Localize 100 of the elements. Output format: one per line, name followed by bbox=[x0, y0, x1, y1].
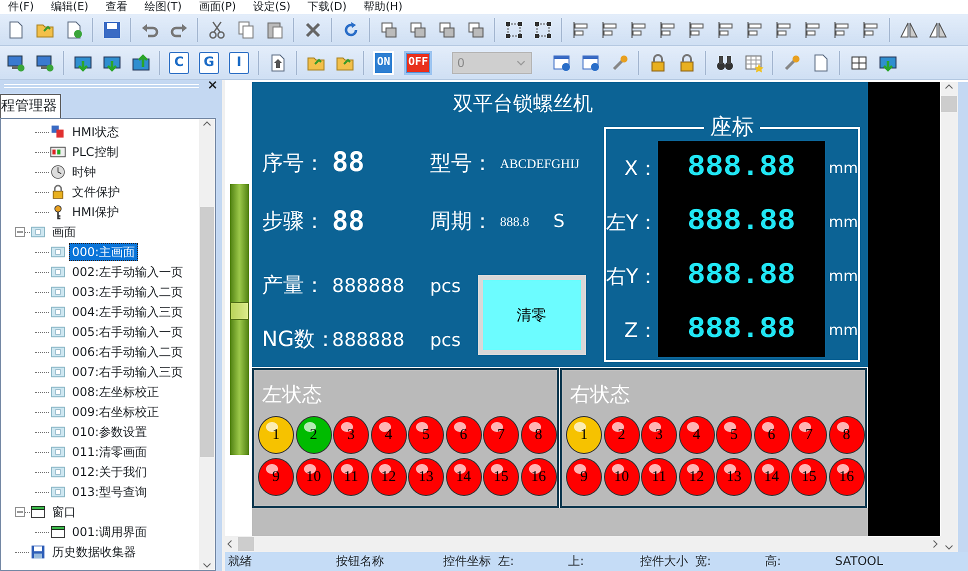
menu-item[interactable]: 件(F) bbox=[0, 0, 43, 14]
tree-item[interactable]: 009:右坐标校正 bbox=[69, 403, 162, 421]
letter-button[interactable]: G bbox=[199, 52, 219, 74]
align-icon[interactable] bbox=[628, 20, 648, 40]
tree-item[interactable]: 003:左手动输入二页 bbox=[69, 283, 186, 301]
menu-item[interactable]: 画面(P) bbox=[190, 0, 245, 14]
tree-item[interactable]: 时钟 bbox=[69, 163, 99, 181]
unit-label: pcs bbox=[430, 274, 461, 298]
align-icon[interactable] bbox=[658, 20, 678, 40]
tree-item[interactable]: 010:参数设置 bbox=[69, 423, 150, 441]
scrollbar[interactable] bbox=[940, 82, 958, 552]
tree-item[interactable]: 000:主画面 bbox=[69, 243, 138, 261]
letter-button[interactable]: C bbox=[169, 52, 189, 74]
tree-item[interactable]: 008:左坐标校正 bbox=[69, 383, 162, 401]
screen-arrow-icon[interactable] bbox=[580, 52, 601, 72]
screen-icon bbox=[50, 324, 66, 340]
screen-icon bbox=[50, 424, 66, 440]
menu-item[interactable]: 设定(S) bbox=[245, 0, 300, 14]
tree-item[interactable]: 004:左手动输入三页 bbox=[69, 303, 186, 321]
tree-item[interactable]: 013:型号查询 bbox=[69, 483, 150, 501]
coordinate-value: 888.88 bbox=[686, 150, 796, 187]
panel-title: 左状态 bbox=[261, 381, 323, 408]
layers-icon[interactable] bbox=[466, 20, 486, 40]
screen-icon bbox=[50, 364, 66, 380]
menu-item[interactable]: 编辑(E) bbox=[42, 0, 98, 14]
align-icon[interactable] bbox=[802, 20, 822, 40]
letter-button[interactable]: I bbox=[229, 52, 249, 74]
switch-button[interactable]: OFF bbox=[404, 50, 432, 74]
arrow-down-icon[interactable] bbox=[202, 560, 212, 570]
arrow-left-icon[interactable] bbox=[225, 539, 235, 549]
tree-item[interactable]: 画面 bbox=[49, 223, 79, 241]
status-text: 左: bbox=[497, 553, 516, 570]
tree-item[interactable]: 002:左手动输入一页 bbox=[69, 263, 186, 281]
paste-icon[interactable] bbox=[264, 20, 284, 40]
lock-icon bbox=[50, 184, 66, 200]
screen-icon bbox=[50, 464, 66, 480]
align-icon[interactable] bbox=[860, 20, 880, 40]
tree-item[interactable]: 窗口 bbox=[49, 503, 79, 521]
menu-item[interactable]: 帮助(H) bbox=[356, 0, 412, 14]
status-lamp: 7 bbox=[483, 416, 519, 454]
tree-item[interactable]: 005:右手动输入一页 bbox=[69, 323, 186, 341]
arrow-right-icon[interactable] bbox=[930, 539, 940, 549]
align-icon[interactable] bbox=[600, 20, 620, 40]
screen-icon bbox=[50, 344, 66, 360]
slider-thumb[interactable] bbox=[230, 302, 249, 320]
status-text: SATOOL bbox=[834, 553, 884, 570]
save-icon[interactable] bbox=[102, 20, 122, 40]
monitor-icon[interactable] bbox=[34, 52, 54, 72]
frame-icon[interactable] bbox=[532, 20, 552, 40]
axis-label: 左Y： bbox=[606, 209, 658, 236]
tree-item[interactable]: 历史数据收集器 bbox=[49, 543, 139, 561]
tree-item[interactable]: 007:右手动输入三页 bbox=[69, 363, 186, 381]
upload-icon[interactable] bbox=[130, 52, 150, 72]
tree-item[interactable]: PLC控制 bbox=[69, 143, 122, 161]
align-icon[interactable] bbox=[832, 20, 852, 40]
arrow-down-icon[interactable] bbox=[944, 542, 954, 552]
layers-icon[interactable] bbox=[378, 20, 398, 40]
status-text: 控件坐标 bbox=[442, 553, 492, 570]
tree-item[interactable]: 文件保护 bbox=[69, 183, 123, 201]
tree-item[interactable]: HMI保护 bbox=[69, 203, 122, 221]
tree-item[interactable]: 001:调用界面 bbox=[69, 523, 150, 541]
panel-tab[interactable]: 程管理器 bbox=[0, 94, 61, 118]
switch-button[interactable]: ON bbox=[373, 50, 394, 74]
menu-item[interactable]: 绘图(T) bbox=[136, 0, 191, 14]
status-lamp: 11 bbox=[333, 458, 369, 496]
copy-icon[interactable] bbox=[236, 20, 256, 40]
tree-item[interactable]: 006:右手动输入二页 bbox=[69, 343, 186, 361]
status-lamp: 4 bbox=[678, 416, 714, 454]
scissors-icon[interactable] bbox=[206, 20, 226, 40]
scroll-thumb[interactable] bbox=[200, 207, 214, 457]
screen-title: 双平台锁螺丝机 bbox=[452, 90, 594, 115]
unit-label: S bbox=[553, 210, 565, 234]
align-icon[interactable] bbox=[744, 20, 764, 40]
status-lamp: 3 bbox=[333, 416, 369, 454]
layers-icon[interactable] bbox=[408, 20, 428, 40]
menu-item[interactable]: 查看 bbox=[97, 0, 136, 14]
table-icon[interactable] bbox=[744, 52, 764, 72]
scroll-thumb[interactable] bbox=[238, 537, 254, 551]
status-lamp: 16 bbox=[520, 458, 556, 496]
reset-button[interactable]: 清零 bbox=[478, 275, 586, 355]
scroll-thumb[interactable] bbox=[941, 96, 957, 112]
align-icon[interactable] bbox=[716, 20, 736, 40]
tree-item[interactable]: HMI状态 bbox=[69, 123, 122, 141]
frame-icon[interactable] bbox=[504, 20, 524, 40]
align-icon[interactable] bbox=[686, 20, 706, 40]
align-icon[interactable] bbox=[774, 20, 794, 40]
slider[interactable] bbox=[230, 184, 249, 455]
collapse-icon[interactable] bbox=[15, 227, 25, 237]
align-icon[interactable] bbox=[570, 20, 590, 40]
close-button[interactable]: × bbox=[203, 80, 222, 92]
monitor-icon[interactable] bbox=[6, 52, 26, 72]
scrollbar[interactable] bbox=[199, 119, 215, 570]
layers-icon[interactable] bbox=[436, 20, 456, 40]
scrollbar[interactable] bbox=[225, 536, 940, 552]
tree-item[interactable]: 011:清零画面 bbox=[69, 443, 150, 461]
menu-item[interactable]: 下载(D) bbox=[300, 0, 356, 14]
tree-item[interactable]: 012:关于我们 bbox=[69, 463, 150, 481]
screen-arrow-icon[interactable] bbox=[552, 52, 572, 72]
screen-icon bbox=[30, 224, 46, 240]
collapse-icon[interactable] bbox=[15, 507, 25, 517]
